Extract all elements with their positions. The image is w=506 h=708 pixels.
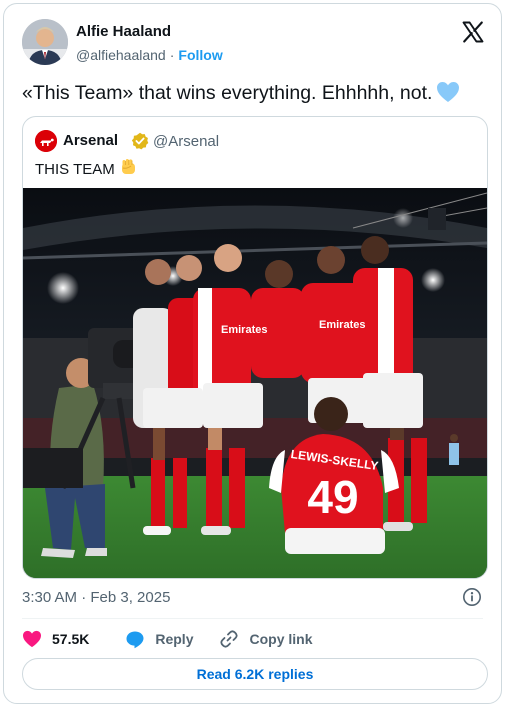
arsenal-avatar[interactable] — [35, 130, 57, 152]
gold-verified-badge-icon — [131, 132, 149, 150]
player-back-number: 49 — [307, 471, 358, 523]
reply-bubble-icon — [126, 631, 144, 648]
x-logo-icon[interactable] — [461, 20, 485, 44]
tweet-timestamp[interactable]: 3:30 AM · Feb 3, 2025 — [22, 589, 170, 606]
shirt-sponsor-text-2: Emirates — [319, 319, 365, 331]
footer-divider — [22, 618, 483, 619]
action-bar: 57.5K Reply Copy link — [22, 626, 313, 652]
follow-button[interactable]: Follow — [178, 47, 222, 63]
read-replies-button[interactable]: Read 6.2K replies — [22, 658, 488, 690]
copy-link-button[interactable]: Copy link — [219, 629, 313, 649]
quoted-tweet[interactable]: Arsenal @Arsenal THIS TEAM Emirates Emir… — [22, 116, 488, 579]
light-blue-heart-icon — [436, 81, 460, 110]
quoted-body: THIS TEAM — [35, 161, 115, 178]
author-avatar[interactable] — [22, 19, 68, 65]
info-icon[interactable] — [462, 587, 482, 607]
shirt-sponsor-text: Emirates — [221, 324, 267, 336]
reply-button[interactable]: Reply — [125, 630, 193, 649]
reply-label: Reply — [155, 631, 194, 647]
copy-link-label: Copy link — [249, 631, 313, 647]
quoted-photo[interactable]: Emirates Emirates LEWIS-SKELLY 49 — [23, 188, 487, 578]
link-icon — [220, 630, 239, 648]
tweet-body: «This Team» that wins everything. Ehhhhh… — [22, 82, 433, 104]
quoted-author-name[interactable]: Arsenal — [63, 132, 118, 149]
raised-fist-icon — [119, 158, 138, 181]
tweet-card: Alfie Haaland @alfiehaaland · Follow «This… — [3, 3, 502, 704]
quoted-author-handle[interactable]: @Arsenal — [153, 133, 219, 150]
author-name[interactable]: Alfie Haaland — [76, 23, 171, 40]
heart-icon — [23, 630, 41, 648]
quoted-text: THIS TEAM — [35, 158, 138, 181]
football-celebration-image: Emirates Emirates LEWIS-SKELLY 49 — [23, 188, 487, 578]
like-count: 57.5K — [52, 631, 90, 647]
like-button[interactable]: 57.5K — [22, 630, 89, 648]
author-handle[interactable]: @alfiehaaland — [76, 47, 166, 63]
tweet-text: «This Team» that wins everything. Ehhhhh… — [22, 80, 482, 110]
meta-separator: · — [169, 47, 175, 63]
author-meta: @alfiehaaland · Follow — [76, 47, 223, 63]
